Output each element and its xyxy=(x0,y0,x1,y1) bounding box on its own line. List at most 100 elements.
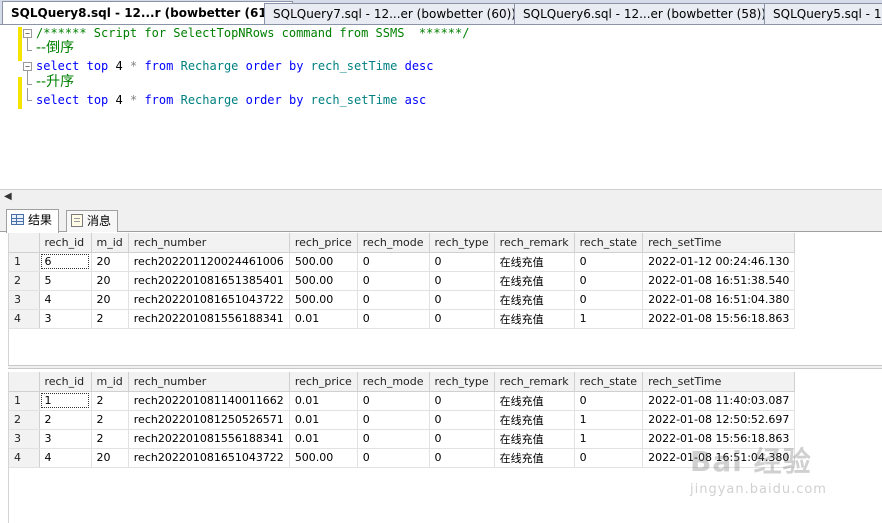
table-cell[interactable]: 0 xyxy=(429,391,495,411)
table-cell[interactable]: rech202201081556188341 xyxy=(128,309,290,329)
column-header[interactable]: rech_mode xyxy=(357,233,430,253)
table-cell[interactable]: 0 xyxy=(357,410,430,430)
table-cell[interactable]: 在线充值 xyxy=(494,290,575,310)
table-cell[interactable]: 2 xyxy=(91,429,129,449)
table-cell[interactable]: 4 xyxy=(39,290,92,310)
table-cell[interactable]: 2022-01-08 16:51:04.380 xyxy=(642,290,796,310)
scroll-left-icon[interactable]: ◀ xyxy=(4,191,12,202)
table-cell[interactable]: 0 xyxy=(357,271,430,291)
table-cell[interactable]: 500.00 xyxy=(289,448,358,468)
table-cell[interactable]: 20 xyxy=(91,252,129,272)
table-cell[interactable]: 0 xyxy=(429,309,495,329)
table-cell[interactable]: 2 xyxy=(39,410,92,430)
table-cell[interactable]: 4 xyxy=(39,448,92,468)
table-cell[interactable]: 2022-01-08 16:51:38.540 xyxy=(642,271,796,291)
table-cell[interactable]: 20 xyxy=(91,290,129,310)
table-row[interactable]: 1 6 20 rech202201120024461006 500.00 0 0 在线充值 0 2… xyxy=(9,252,796,272)
table-cell[interactable]: 5 xyxy=(39,271,92,291)
row-number[interactable]: 3 xyxy=(9,429,40,449)
pane-splitter[interactable] xyxy=(8,365,882,369)
table-cell[interactable]: 0 xyxy=(429,410,495,430)
table-cell[interactable]: 0 xyxy=(429,271,495,291)
table-cell[interactable]: 3 xyxy=(39,429,92,449)
row-number[interactable]: 4 xyxy=(9,448,40,468)
column-header[interactable]: rech_remark xyxy=(494,233,575,253)
table-cell[interactable]: 1 xyxy=(574,429,644,449)
fold-toggle-icon[interactable]: − xyxy=(23,62,32,71)
table-cell[interactable]: 在线充值 xyxy=(494,391,575,411)
table-cell[interactable]: rech202201081651385401 xyxy=(128,271,290,291)
column-header[interactable]: rech_type xyxy=(429,372,495,392)
table-cell[interactable]: 0 xyxy=(429,448,495,468)
table-cell[interactable]: rech202201120024461006 xyxy=(128,252,290,272)
table-cell[interactable]: 6 xyxy=(39,252,92,272)
fold-toggle-icon[interactable]: − xyxy=(23,29,32,38)
table-cell[interactable]: 3 xyxy=(39,309,92,329)
table-row[interactable]: 2 2 2 rech202201081250526571 0.01 0 0 在线充值 1 2022… xyxy=(9,410,796,430)
column-header[interactable]: rech_id xyxy=(39,372,92,392)
query-editor[interactable]: − − /****** Script for SelectTopNRows co… xyxy=(0,25,882,189)
table-cell[interactable]: 在线充值 xyxy=(494,410,575,430)
table-row[interactable]: 4 4 20 rech202201081651043722 500.00 0 0 在线充值 0 2… xyxy=(9,448,796,468)
table-cell[interactable]: 0.01 xyxy=(289,410,358,430)
table-cell[interactable]: rech202201081651043722 xyxy=(128,290,290,310)
table-cell[interactable]: 2 xyxy=(91,410,129,430)
table-cell[interactable]: 2022-01-08 11:40:03.087 xyxy=(642,391,796,411)
column-header[interactable]: rech_number xyxy=(128,233,290,253)
table-cell[interactable]: 在线充值 xyxy=(494,271,575,291)
table-cell[interactable]: 0 xyxy=(357,290,430,310)
column-header[interactable]: rech_state xyxy=(574,233,644,253)
table-cell[interactable]: 2 xyxy=(91,391,129,411)
table-row[interactable]: 1 1 2 rech202201081140011662 0.01 0 0 在线充值 0 2022… xyxy=(9,391,796,411)
table-cell[interactable]: 2022-01-12 00:24:46.130 xyxy=(642,252,796,272)
table-cell[interactable]: 0.01 xyxy=(289,429,358,449)
tab-results[interactable]: 结果 xyxy=(6,209,60,233)
table-cell[interactable]: 1 xyxy=(39,391,92,411)
table-row[interactable]: 2 5 20 rech202201081651385401 500.00 0 0 在线充值 0 2… xyxy=(9,271,796,291)
tab-sqlquery6[interactable]: SQLQuery6.sql - 12...er (bowbetter (58)) xyxy=(514,3,775,24)
column-header[interactable]: rech_price xyxy=(289,372,358,392)
table-cell[interactable]: 500.00 xyxy=(289,252,358,272)
column-header[interactable]: rech_type xyxy=(429,233,495,253)
table-cell[interactable]: 0 xyxy=(429,290,495,310)
table-cell[interactable]: 0 xyxy=(574,448,644,468)
table-cell[interactable]: 500.00 xyxy=(289,290,358,310)
table-cell[interactable]: 在线充值 xyxy=(494,252,575,272)
table-cell[interactable]: 2022-01-08 12:50:52.697 xyxy=(642,410,796,430)
table-row[interactable]: 4 3 2 rech202201081556188341 0.01 0 0 在线充值 1 2022… xyxy=(9,309,796,329)
table-cell[interactable]: 0 xyxy=(429,252,495,272)
table-cell[interactable]: 在线充值 xyxy=(494,429,575,449)
table-cell[interactable]: 在线充值 xyxy=(494,309,575,329)
table-cell[interactable]: 0 xyxy=(574,290,644,310)
row-number[interactable]: 2 xyxy=(9,271,40,291)
column-header[interactable]: rech_id xyxy=(39,233,92,253)
column-header[interactable]: rech_remark xyxy=(494,372,575,392)
row-number[interactable]: 2 xyxy=(9,410,40,430)
column-header[interactable]: rech_price xyxy=(289,233,358,253)
table-cell[interactable]: 0.01 xyxy=(289,391,358,411)
table-cell[interactable]: 0 xyxy=(574,252,644,272)
table-cell[interactable]: 0 xyxy=(357,391,430,411)
tab-sqlquery5[interactable]: SQLQuery5.sql - 12 xyxy=(764,3,882,24)
table-cell[interactable]: 2022-01-08 15:56:18.863 xyxy=(642,309,796,329)
table-cell[interactable]: 0 xyxy=(429,429,495,449)
table-cell[interactable]: 0.01 xyxy=(289,309,358,329)
column-header[interactable]: rech_setTime xyxy=(642,372,796,392)
table-cell[interactable]: 20 xyxy=(91,448,129,468)
row-number[interactable]: 1 xyxy=(9,252,40,272)
column-header[interactable]: m_id xyxy=(91,233,129,253)
column-header[interactable]: m_id xyxy=(91,372,129,392)
table-cell[interactable]: 1 xyxy=(574,410,644,430)
table-cell[interactable]: 1 xyxy=(574,309,644,329)
table-cell[interactable]: 0 xyxy=(357,309,430,329)
table-cell[interactable]: rech202201081250526571 xyxy=(128,410,290,430)
row-number[interactable]: 4 xyxy=(9,309,40,329)
row-number[interactable]: 1 xyxy=(9,391,40,411)
table-cell[interactable]: rech202201081651043722 xyxy=(128,448,290,468)
tab-sqlquery7[interactable]: SQLQuery7.sql - 12...er (bowbetter (60)) xyxy=(264,3,525,24)
column-header[interactable]: rech_state xyxy=(574,372,644,392)
table-row[interactable]: 3 3 2 rech202201081556188341 0.01 0 0 在线充值 1 2022… xyxy=(9,429,796,449)
table-cell[interactable]: 0 xyxy=(357,429,430,449)
editor-horizontal-scrollbar[interactable]: ◀ xyxy=(0,189,882,205)
table-cell[interactable]: 0 xyxy=(574,391,644,411)
